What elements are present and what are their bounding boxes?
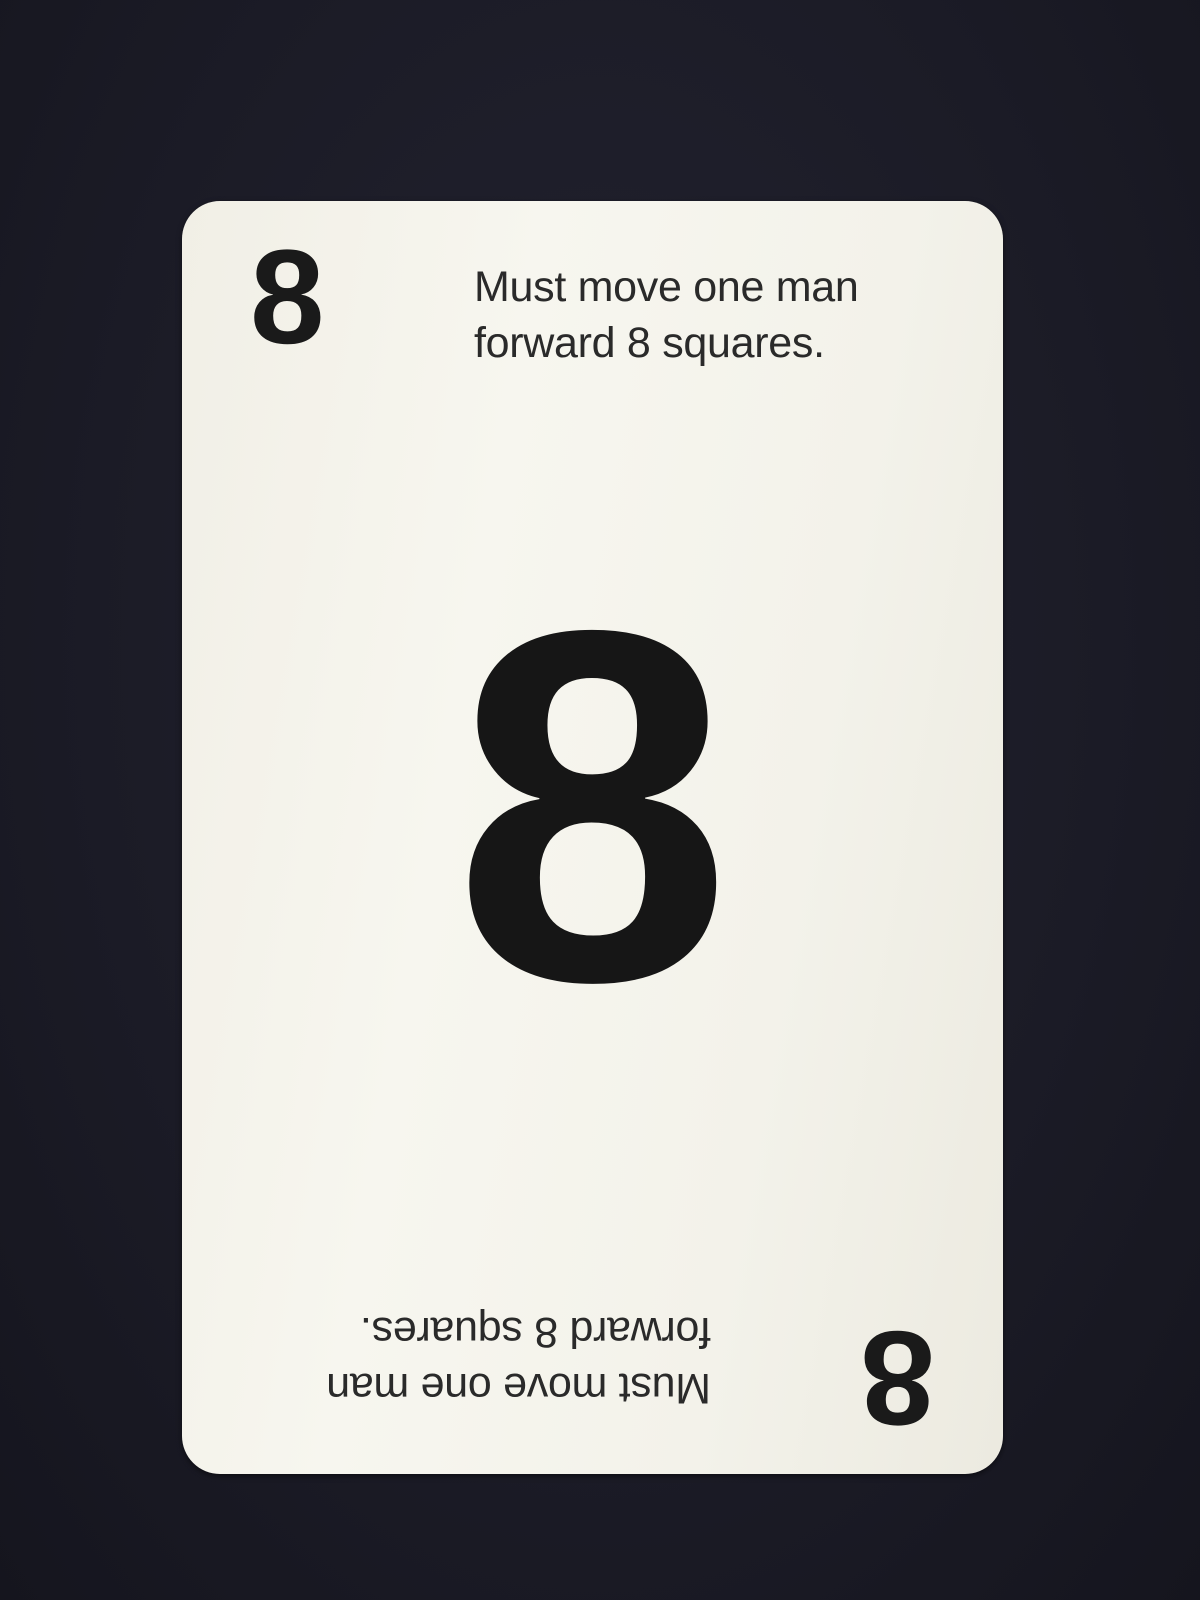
instruction-line-2: forward 8 squares. <box>474 319 825 367</box>
center-number: 8 <box>453 526 732 1085</box>
card-instruction: Must move one man forward 8 squares. <box>327 1304 711 1416</box>
card-instruction: Must move one man forward 8 squares. <box>474 259 859 371</box>
card-top-corner: 8 Must move one man forward 8 squares. <box>182 201 1003 501</box>
corner-number: 8 <box>860 1303 935 1452</box>
corner-number: 8 <box>250 223 325 372</box>
game-card: 8 Must move one man forward 8 squares. 8… <box>182 201 1003 1474</box>
card-bottom-corner-inverted: 8 Must move one man forward 8 squares. <box>182 1174 1003 1474</box>
instruction-line-1: Must move one man <box>474 263 859 311</box>
instruction-line-1: Must move one man <box>326 1364 711 1412</box>
instruction-line-2: forward 8 squares. <box>360 1308 711 1356</box>
